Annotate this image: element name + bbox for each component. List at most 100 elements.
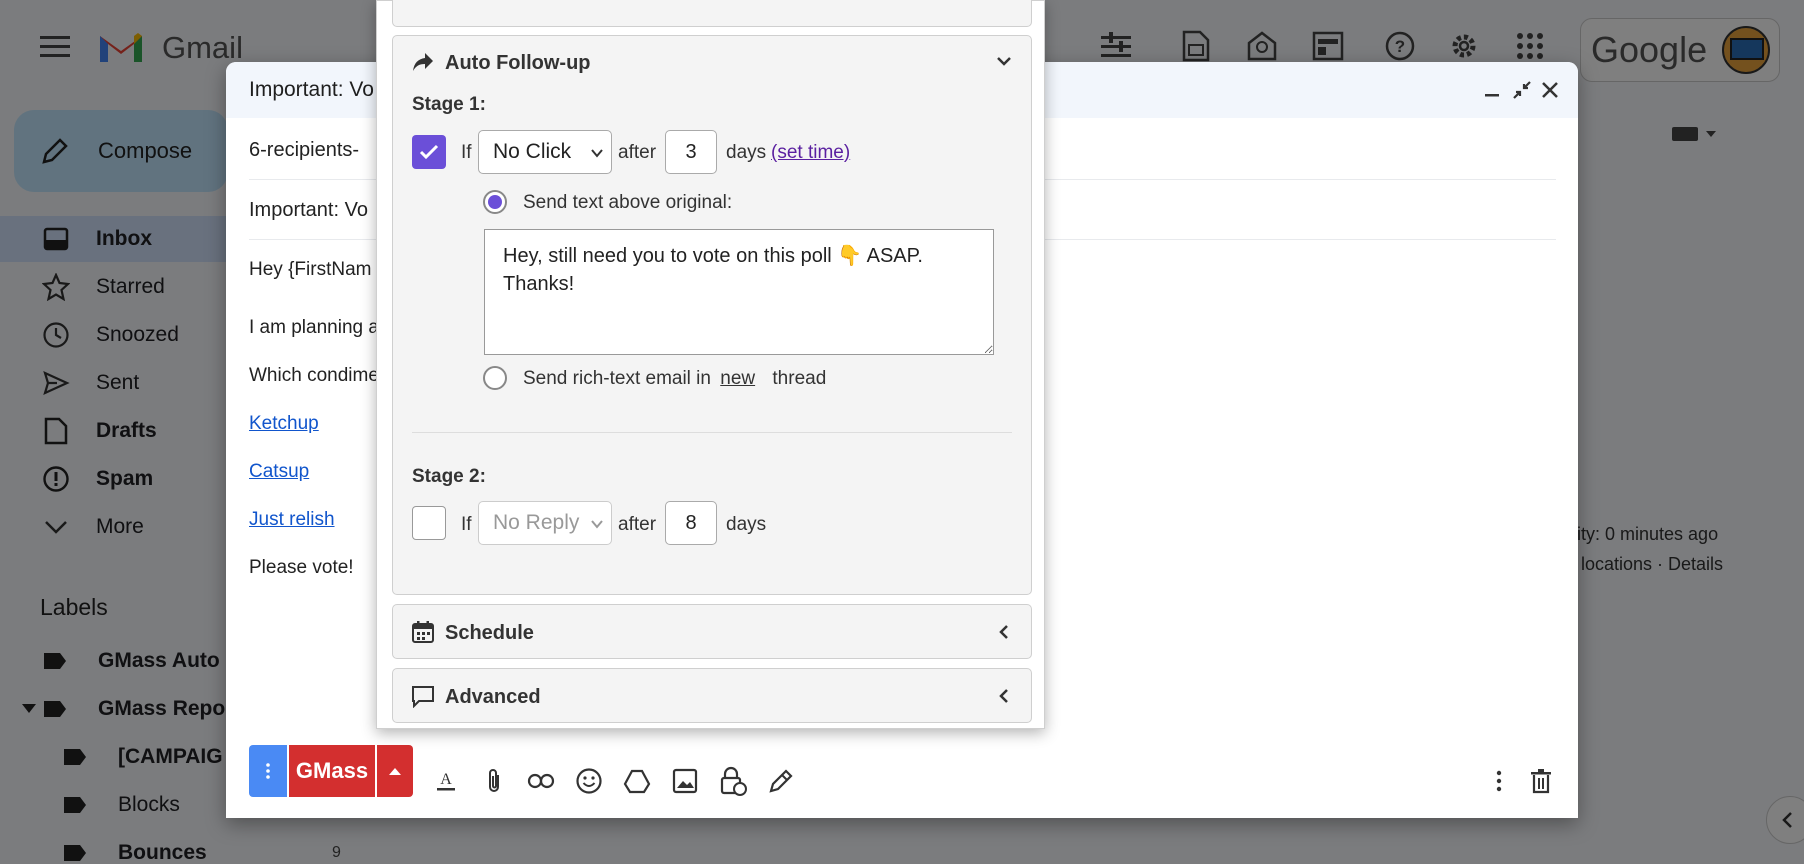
- radio-dot: [488, 195, 502, 209]
- label-tag-icon: [44, 701, 66, 717]
- chevron-left-icon: [999, 625, 1008, 639]
- compose-toolbar: GMass A: [226, 742, 1578, 818]
- signature-pen-icon[interactable]: [766, 766, 796, 796]
- insert-photo-icon[interactable]: [670, 766, 700, 796]
- inbox-icon: [42, 225, 70, 253]
- label-name: GMass Auto F: [98, 649, 239, 672]
- label-tag-icon: [44, 653, 66, 669]
- attach-icon[interactable]: [479, 766, 509, 796]
- label-tag-icon: [64, 797, 86, 813]
- stage1-after-label: after: [618, 142, 657, 163]
- new-thread-link[interactable]: new: [720, 368, 755, 389]
- minimize-icon[interactable]: [1480, 78, 1504, 102]
- gmail-logo-icon[interactable]: [98, 30, 144, 64]
- apps-grid-icon[interactable]: [1512, 28, 1548, 64]
- sheets-icon[interactable]: [1178, 28, 1214, 64]
- sidebar-item-label: Sent: [96, 371, 140, 394]
- sidebar-item-label: Snoozed: [96, 323, 179, 346]
- stage1-checkbox[interactable]: [412, 135, 446, 169]
- chevron-down-icon[interactable]: [995, 52, 1013, 70]
- gmass-settings-panel: Auto Follow-up Stage 1: If No Click afte…: [376, 0, 1045, 729]
- discard-trash-icon[interactable]: [1526, 766, 1556, 796]
- stage2-if-label: If: [461, 514, 472, 535]
- exit-fullscreen-icon[interactable]: [1510, 78, 1534, 102]
- gmass-dropdown-button[interactable]: [377, 745, 413, 797]
- compose-button[interactable]: Compose: [14, 110, 228, 192]
- gmass-button-label: GMass: [295, 758, 369, 783]
- clock-icon: [42, 321, 70, 349]
- auto-followup-section: Auto Follow-up Stage 1: If No Click afte…: [392, 35, 1032, 595]
- dashboard-icon[interactable]: [1310, 28, 1346, 64]
- stage2-checkbox[interactable]: [412, 506, 446, 540]
- send-rich-text-radio[interactable]: [483, 366, 507, 390]
- settings-gear-icon[interactable]: [1446, 28, 1482, 64]
- poll-link-just-relish[interactable]: Just relish: [249, 509, 335, 531]
- gmail-title: Gmail: [162, 30, 243, 65]
- sidebar-item-label: More: [96, 515, 144, 538]
- auto-followup-header[interactable]: Auto Follow-up: [393, 36, 1031, 86]
- keyboard-icon[interactable]: [1672, 124, 1718, 146]
- stage1-days-input[interactable]: 3: [665, 130, 717, 174]
- select-chevron-icon: [591, 520, 603, 529]
- caret-up-icon: [389, 768, 401, 775]
- main-menu-icon[interactable]: [40, 34, 70, 58]
- label-bounces[interactable]: Bounces 9: [0, 830, 370, 864]
- label-name: Blocks: [118, 793, 180, 816]
- advanced-section[interactable]: Advanced: [392, 668, 1032, 723]
- subject-value: Important: Vo: [249, 199, 368, 221]
- poll-link-catsup[interactable]: Catsup: [249, 461, 309, 483]
- locations-details-link[interactable]: r locations · Details: [1570, 554, 1723, 575]
- stage2-after-label: after: [618, 514, 657, 535]
- gmass-send-button[interactable]: GMass: [289, 745, 375, 797]
- stage1-if-label: If: [461, 142, 472, 163]
- google-drive-icon[interactable]: [622, 766, 652, 796]
- close-icon[interactable]: [1538, 78, 1562, 102]
- mail-settings-icon[interactable]: [1244, 28, 1280, 64]
- recipients-value: 6-recipients-: [249, 139, 360, 161]
- auto-followup-title: Auto Follow-up: [445, 52, 591, 74]
- text-format-icon[interactable]: A: [431, 766, 461, 796]
- send-text-above-label: Send text above original:: [523, 192, 733, 213]
- poll-link-ketchup[interactable]: Ketchup: [249, 413, 319, 435]
- sidebar-item-label: Drafts: [96, 419, 157, 442]
- select-chevron-icon: [591, 149, 603, 158]
- chevron-left-icon: [1782, 812, 1792, 828]
- followup-message-textarea[interactable]: Hey, still need you to vote on this poll…: [484, 229, 994, 355]
- rich-text-prefix: Send rich-text email in: [523, 368, 711, 389]
- stage1-label: Stage 1:: [412, 94, 486, 115]
- sidebar-item-label: Inbox: [96, 227, 152, 250]
- compose-label: Compose: [98, 138, 193, 163]
- labels-heading: Labels: [40, 594, 108, 620]
- stage1-condition-select[interactable]: No Click: [478, 130, 612, 174]
- spam-icon: [42, 465, 70, 493]
- stage-divider: [412, 432, 1012, 433]
- sidebar-item-label: Starred: [96, 275, 165, 298]
- help-icon[interactable]: ?: [1382, 28, 1418, 64]
- body-greeting: Hey {FirstNam: [249, 259, 372, 280]
- stage2-condition-select[interactable]: No Reply: [478, 501, 612, 545]
- emoji-icon[interactable]: [574, 766, 604, 796]
- rich-text-suffix: thread: [772, 368, 827, 389]
- label-name: Bounces: [118, 841, 207, 864]
- more-options-icon[interactable]: [1484, 766, 1514, 796]
- side-panel-toggle[interactable]: [1766, 796, 1804, 844]
- star-icon: [42, 273, 70, 301]
- body-closing: Please vote!: [249, 557, 354, 578]
- caret-down-icon: [22, 704, 36, 713]
- compose-title: Important: Vo: [249, 78, 374, 101]
- send-text-above-radio[interactable]: [483, 190, 507, 214]
- label-tag-icon: [64, 749, 86, 765]
- schedule-section[interactable]: Schedule: [392, 604, 1032, 659]
- avatar[interactable]: [1722, 26, 1770, 74]
- stage2-label: Stage 2:: [412, 466, 486, 487]
- stage2-days-input[interactable]: 8: [665, 501, 717, 545]
- svg-text:?: ?: [1395, 37, 1405, 56]
- filter-icon[interactable]: [1098, 28, 1134, 64]
- stage1-condition-value: No Click: [493, 140, 572, 163]
- insert-link-icon[interactable]: [526, 766, 556, 796]
- google-wordmark: Google: [1591, 29, 1708, 70]
- set-time-link[interactable]: (set time): [771, 142, 850, 164]
- gmass-settings-button[interactable]: [249, 745, 287, 797]
- confidential-mode-icon[interactable]: [718, 766, 748, 796]
- activity-text: vity: 0 minutes ago: [1568, 524, 1719, 544]
